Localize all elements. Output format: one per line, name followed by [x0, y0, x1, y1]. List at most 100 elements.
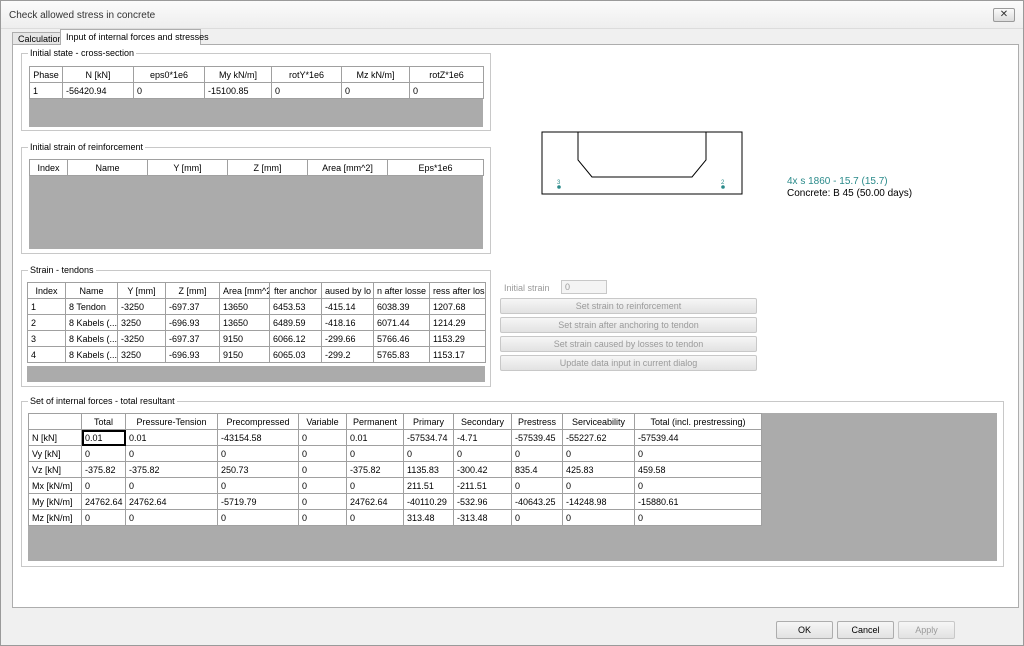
column-header[interactable]: Name: [65, 282, 118, 299]
column-header[interactable]: rotY*1e6: [271, 66, 342, 83]
table-cell[interactable]: 6065.03: [269, 346, 322, 363]
column-header[interactable]: Variable: [298, 413, 347, 430]
column-header[interactable]: rotZ*1e6: [409, 66, 484, 83]
column-header[interactable]: Primary: [403, 413, 454, 430]
table-cell[interactable]: -40110.29: [403, 493, 454, 510]
table-cell[interactable]: 13650: [219, 314, 270, 331]
internal-forces-table[interactable]: Total Pressure-Tension Precompressed Variab…: [28, 413, 762, 526]
apply-button[interactable]: Apply: [898, 621, 955, 639]
table-cell[interactable]: 0: [125, 477, 218, 494]
table-cell[interactable]: 0: [298, 477, 347, 494]
table-cell[interactable]: 0: [81, 445, 126, 462]
table-cell[interactable]: 24762.64: [81, 493, 126, 510]
table-cell[interactable]: -55227.62: [562, 429, 635, 446]
column-header[interactable]: fter anchor: [269, 282, 322, 299]
column-header[interactable]: Z [mm]: [165, 282, 220, 299]
strain-tendons-table[interactable]: Index Name Y [mm] Z [mm] Area [mm^2 fter anch…: [27, 282, 486, 363]
table-cell[interactable]: 1: [29, 82, 63, 99]
table-cell[interactable]: 0: [298, 461, 347, 478]
table-cell[interactable]: 0: [511, 445, 563, 462]
table-cell[interactable]: 0.01: [81, 429, 126, 446]
close-button[interactable]: ✕: [993, 8, 1015, 22]
table-cell[interactable]: 8 Tendon: [65, 298, 118, 315]
column-header[interactable]: Total: [81, 413, 126, 430]
table-cell[interactable]: 0: [271, 82, 342, 99]
table-cell[interactable]: 6071.44: [373, 314, 430, 331]
table-cell[interactable]: Mz [kN/m]: [28, 509, 82, 526]
column-header[interactable]: Total (incl. prestressing): [634, 413, 762, 430]
column-header[interactable]: eps0*1e6: [133, 66, 205, 83]
table-cell[interactable]: 3250: [117, 346, 166, 363]
table-cell[interactable]: 0: [298, 429, 347, 446]
table-cell[interactable]: 0: [341, 82, 410, 99]
table-cell[interactable]: 0: [298, 509, 347, 526]
table-row[interactable]: Mz [kN/m] 0 0 0 0 0 313.48 -313.48 0 0 0: [28, 509, 762, 526]
table-cell[interactable]: 9150: [219, 330, 270, 347]
table-cell[interactable]: 8 Kabels (...: [65, 314, 118, 331]
table-cell[interactable]: 1135.83: [403, 461, 454, 478]
column-header[interactable]: Pressure-Tension: [125, 413, 218, 430]
column-header[interactable]: ress after loss: [429, 282, 486, 299]
table-cell[interactable]: My [kN/m]: [28, 493, 82, 510]
table-cell[interactable]: 1: [27, 298, 66, 315]
table-cell[interactable]: -375.82: [125, 461, 218, 478]
table-cell[interactable]: 0: [634, 445, 762, 462]
table-cell[interactable]: 211.51: [403, 477, 454, 494]
table-cell[interactable]: 6066.12: [269, 330, 322, 347]
table-cell[interactable]: 8 Kabels (...: [65, 346, 118, 363]
table-cell[interactable]: 6453.53: [269, 298, 322, 315]
table-cell[interactable]: -56420.94: [62, 82, 134, 99]
table-cell[interactable]: 0: [634, 477, 762, 494]
column-header[interactable]: Z [mm]: [227, 159, 308, 176]
column-header[interactable]: My kN/m]: [204, 66, 272, 83]
ok-button[interactable]: OK: [776, 621, 833, 639]
table-cell[interactable]: 0: [217, 477, 299, 494]
table-cell[interactable]: Vy [kN]: [28, 445, 82, 462]
table-row[interactable]: 48 Kabels (... 3250 -696.93 9150 6065.03 -299…: [27, 346, 486, 363]
column-header[interactable]: n after losse: [373, 282, 430, 299]
table-cell[interactable]: -4.71: [453, 429, 512, 446]
tab-input-forces[interactable]: Input of internal forces and stresses: [60, 29, 209, 45]
column-header[interactable]: Phase: [29, 66, 63, 83]
table-cell[interactable]: -3250: [117, 330, 166, 347]
table-row[interactable]: Mx [kN/m] 0 0 0 0 0 211.51 -211.51 0 0 0: [28, 477, 762, 494]
table-cell[interactable]: 1153.29: [429, 330, 486, 347]
table-cell[interactable]: 24762.64: [125, 493, 218, 510]
table-cell[interactable]: 5765.83: [373, 346, 430, 363]
table-cell[interactable]: 0.01: [346, 429, 404, 446]
table-cell[interactable]: 0: [562, 445, 635, 462]
table-cell[interactable]: -40643.25: [511, 493, 563, 510]
table-cell[interactable]: 0: [562, 509, 635, 526]
table-cell[interactable]: 6489.59: [269, 314, 322, 331]
table-cell[interactable]: 1153.17: [429, 346, 486, 363]
table-cell[interactable]: -57539.44: [634, 429, 762, 446]
column-header[interactable]: Serviceability: [562, 413, 635, 430]
column-header[interactable]: Index: [29, 159, 68, 176]
column-header[interactable]: Permanent: [346, 413, 404, 430]
table-cell[interactable]: -299.2: [321, 346, 374, 363]
table-cell[interactable]: 4: [27, 346, 66, 363]
table-cell[interactable]: 425.83: [562, 461, 635, 478]
table-row[interactable]: 18 Tendon -3250 -697.37 13650 6453.53 -415.14…: [27, 298, 486, 315]
column-header[interactable]: Eps*1e6: [387, 159, 484, 176]
update-data-button[interactable]: Update data input in current dialog: [500, 355, 757, 371]
table-row[interactable]: 38 Kabels (... -3250 -697.37 9150 6066.12 -29…: [27, 330, 486, 347]
table-row[interactable]: 1 -56420.94 0 -15100.85 0 0 0: [29, 82, 484, 99]
table-cell[interactable]: 0: [346, 477, 404, 494]
column-header[interactable]: Name: [67, 159, 148, 176]
table-cell[interactable]: 0: [298, 445, 347, 462]
table-cell[interactable]: 313.48: [403, 509, 454, 526]
column-header[interactable]: Area [mm^2]: [307, 159, 388, 176]
table-cell[interactable]: 3250: [117, 314, 166, 331]
table-cell[interactable]: -15880.61: [634, 493, 762, 510]
table-cell[interactable]: -313.48: [453, 509, 512, 526]
table-cell[interactable]: 0: [409, 82, 484, 99]
table-cell[interactable]: 0: [403, 445, 454, 462]
column-header[interactable]: aused by lo: [321, 282, 374, 299]
table-cell[interactable]: -697.37: [165, 330, 220, 347]
table-cell[interactable]: -532.96: [453, 493, 512, 510]
table-cell[interactable]: -43154.58: [217, 429, 299, 446]
table-row[interactable]: Vy [kN] 0 0 0 0 0 0 0 0 0 0: [28, 445, 762, 462]
table-cell[interactable]: 0: [217, 509, 299, 526]
table-cell[interactable]: -696.93: [165, 314, 220, 331]
